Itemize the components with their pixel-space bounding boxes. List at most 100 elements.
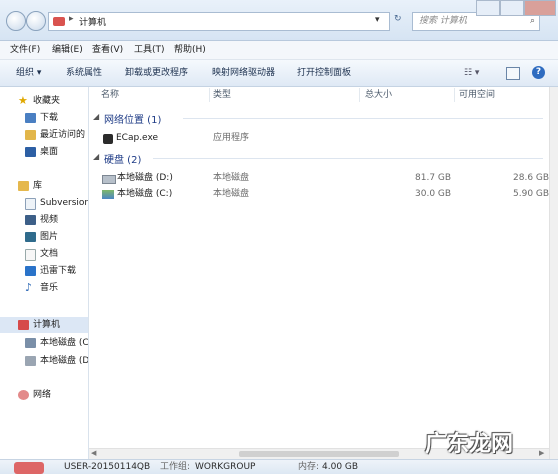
help-icon[interactable]: ? [532,66,545,79]
breadcrumb-computer[interactable]: 计算机 [79,15,106,28]
column-separator[interactable] [359,88,360,102]
menu-bar: 文件(F) 编辑(E) 查看(V) 工具(T) 帮助(H) [0,41,558,60]
library-icon [18,181,29,191]
workgroup-value: WORKGROUP [195,462,256,472]
breadcrumb-arrow-icon: ▸ [69,14,74,24]
maximize-button[interactable] [500,0,524,16]
disk-total-size: 81.7 GB [415,173,452,183]
nav-downloads-label: 下载 [40,113,59,123]
computer-icon [18,320,29,330]
disk-type: 本地磁盘 [213,173,250,183]
scroll-left-icon[interactable]: ◀ [91,449,96,457]
memory-value: 4.00 GB [322,462,359,472]
group-divider [153,158,543,159]
disk-free-space: 28.6 GB [513,173,550,183]
command-bar: 组织 ▾ 系统属性 卸载或更改程序 映射网络驱动器 打开控制面板 ☷ ▾ ? [0,60,558,87]
column-separator[interactable] [454,88,455,102]
column-name[interactable]: 名称 [101,87,119,103]
address-bar[interactable]: ▸ 计算机 ▾ [48,12,390,31]
close-button[interactable] [524,0,556,16]
network-icon [18,390,29,400]
organize-label: 组织 [16,68,35,78]
minimize-button[interactable] [476,0,500,16]
view-options-icon[interactable]: ☷ ▾ [464,60,479,86]
address-dropdown-icon[interactable]: ▾ [375,15,380,25]
table-row[interactable]: 本地磁盘 (D:) 本地磁盘 81.7 GB 28.6 GB [89,171,549,186]
watermark: 广东龙网 [425,431,514,457]
menu-edit[interactable]: 编辑(E) [52,41,83,59]
disk-total-size: 30.0 GB [415,189,452,199]
map-network-drive-button[interactable]: 映射网络驱动器 [212,60,275,86]
group-network-locations-label: 网络位置 (1) [104,115,162,126]
menu-tools[interactable]: 工具(T) [134,41,165,59]
group-divider [183,118,543,119]
nav-network-label: 网络 [33,390,52,400]
search-placeholder: 搜索 计算机 [419,16,467,26]
column-free-space[interactable]: 可用空间 [459,87,495,103]
vertical-scrollbar[interactable] [549,87,558,459]
nav-recent-label: 最近访问的 [40,130,86,140]
nav-computer-label: 计算机 [33,320,61,330]
preview-pane-icon[interactable] [506,67,520,80]
system-disk-icon [102,190,114,199]
system-disk-icon [25,338,36,348]
nav-favorites-label: 收藏夹 [33,96,61,106]
nav-videos-label: 视频 [40,215,59,225]
disk-icon [102,175,116,184]
computer-icon [14,462,44,474]
disk-icon [25,356,36,366]
menu-view[interactable]: 查看(V) [92,41,123,59]
uninstall-program-button[interactable]: 卸载或更改程序 [125,60,188,86]
file-list: 名称 类型 总大小 可用空间 ◢ 网络位置 (1) ECap.exe 应用程序 … [89,87,549,447]
subversion-library-icon [25,198,36,210]
workgroup-label: 工作组: [160,462,191,472]
collapse-icon[interactable]: ◢ [93,112,99,121]
group-network-locations[interactable]: ◢ 网络位置 (1) [93,111,543,126]
scroll-thumb[interactable] [239,451,399,457]
memory-label: 内存: [298,462,320,472]
nav-desktop-label: 桌面 [40,147,59,157]
list-item[interactable]: ECap.exe 应用程序 [89,131,549,146]
nav-computer[interactable]: 计算机 [0,317,88,333]
document-icon [25,249,36,261]
item-type: 应用程序 [213,133,250,143]
column-type[interactable]: 类型 [213,87,231,103]
collapse-icon[interactable]: ◢ [93,152,99,161]
open-control-panel-button[interactable]: 打开控制面板 [297,60,351,86]
video-icon [25,215,36,225]
column-separator[interactable] [209,88,210,102]
disk-type: 本地磁盘 [213,189,250,199]
group-hard-disks-label: 硬盘 (2) [104,155,142,166]
back-button[interactable] [6,11,26,31]
nav-disk-c-label: 本地磁盘 (C [40,338,89,348]
forward-button[interactable] [26,11,46,31]
nav-thunder-label: 迅雷下载 [40,266,77,276]
nav-music-label: 音乐 [40,283,59,293]
menu-file[interactable]: 文件(F) [10,41,40,59]
item-name: ECap.exe [116,133,159,143]
nav-libraries-label: 库 [33,181,43,191]
group-hard-disks[interactable]: ◢ 硬盘 (2) [93,151,543,166]
download-folder-icon [25,113,36,123]
desktop-icon [25,147,36,157]
computer-name: USER-20150114QB [64,462,151,472]
organize-button[interactable]: 组织 ▾ [16,60,41,86]
nav-documents-label: 文档 [40,249,59,259]
details-pane: USER-20150114QB 工作组: WORKGROUP 内存: 4.00 … [0,459,558,474]
disk-name: 本地磁盘 (D:) [117,173,173,183]
column-total-size[interactable]: 总大小 [365,87,392,103]
computer-icon [53,17,65,26]
thunder-download-icon [25,266,36,276]
picture-icon [25,232,36,242]
nav-subversion-label: Subversion [40,198,89,208]
menu-help[interactable]: 帮助(H) [174,41,206,59]
music-icon: ♪ [25,281,33,294]
table-row[interactable]: 本地磁盘 (C:) 本地磁盘 30.0 GB 5.90 GB [89,187,549,202]
scroll-right-icon[interactable]: ▶ [539,449,544,457]
refresh-icon[interactable]: ↻ [394,14,402,24]
title-bar: ▸ 计算机 ▾ ↻ 搜索 计算机 ⌕ [0,0,558,41]
nav-disk-d-label: 本地磁盘 (D [40,356,89,366]
ecap-app-icon [103,134,113,144]
system-properties-button[interactable]: 系统属性 [66,60,102,86]
disk-free-space: 5.90 GB [513,189,550,199]
